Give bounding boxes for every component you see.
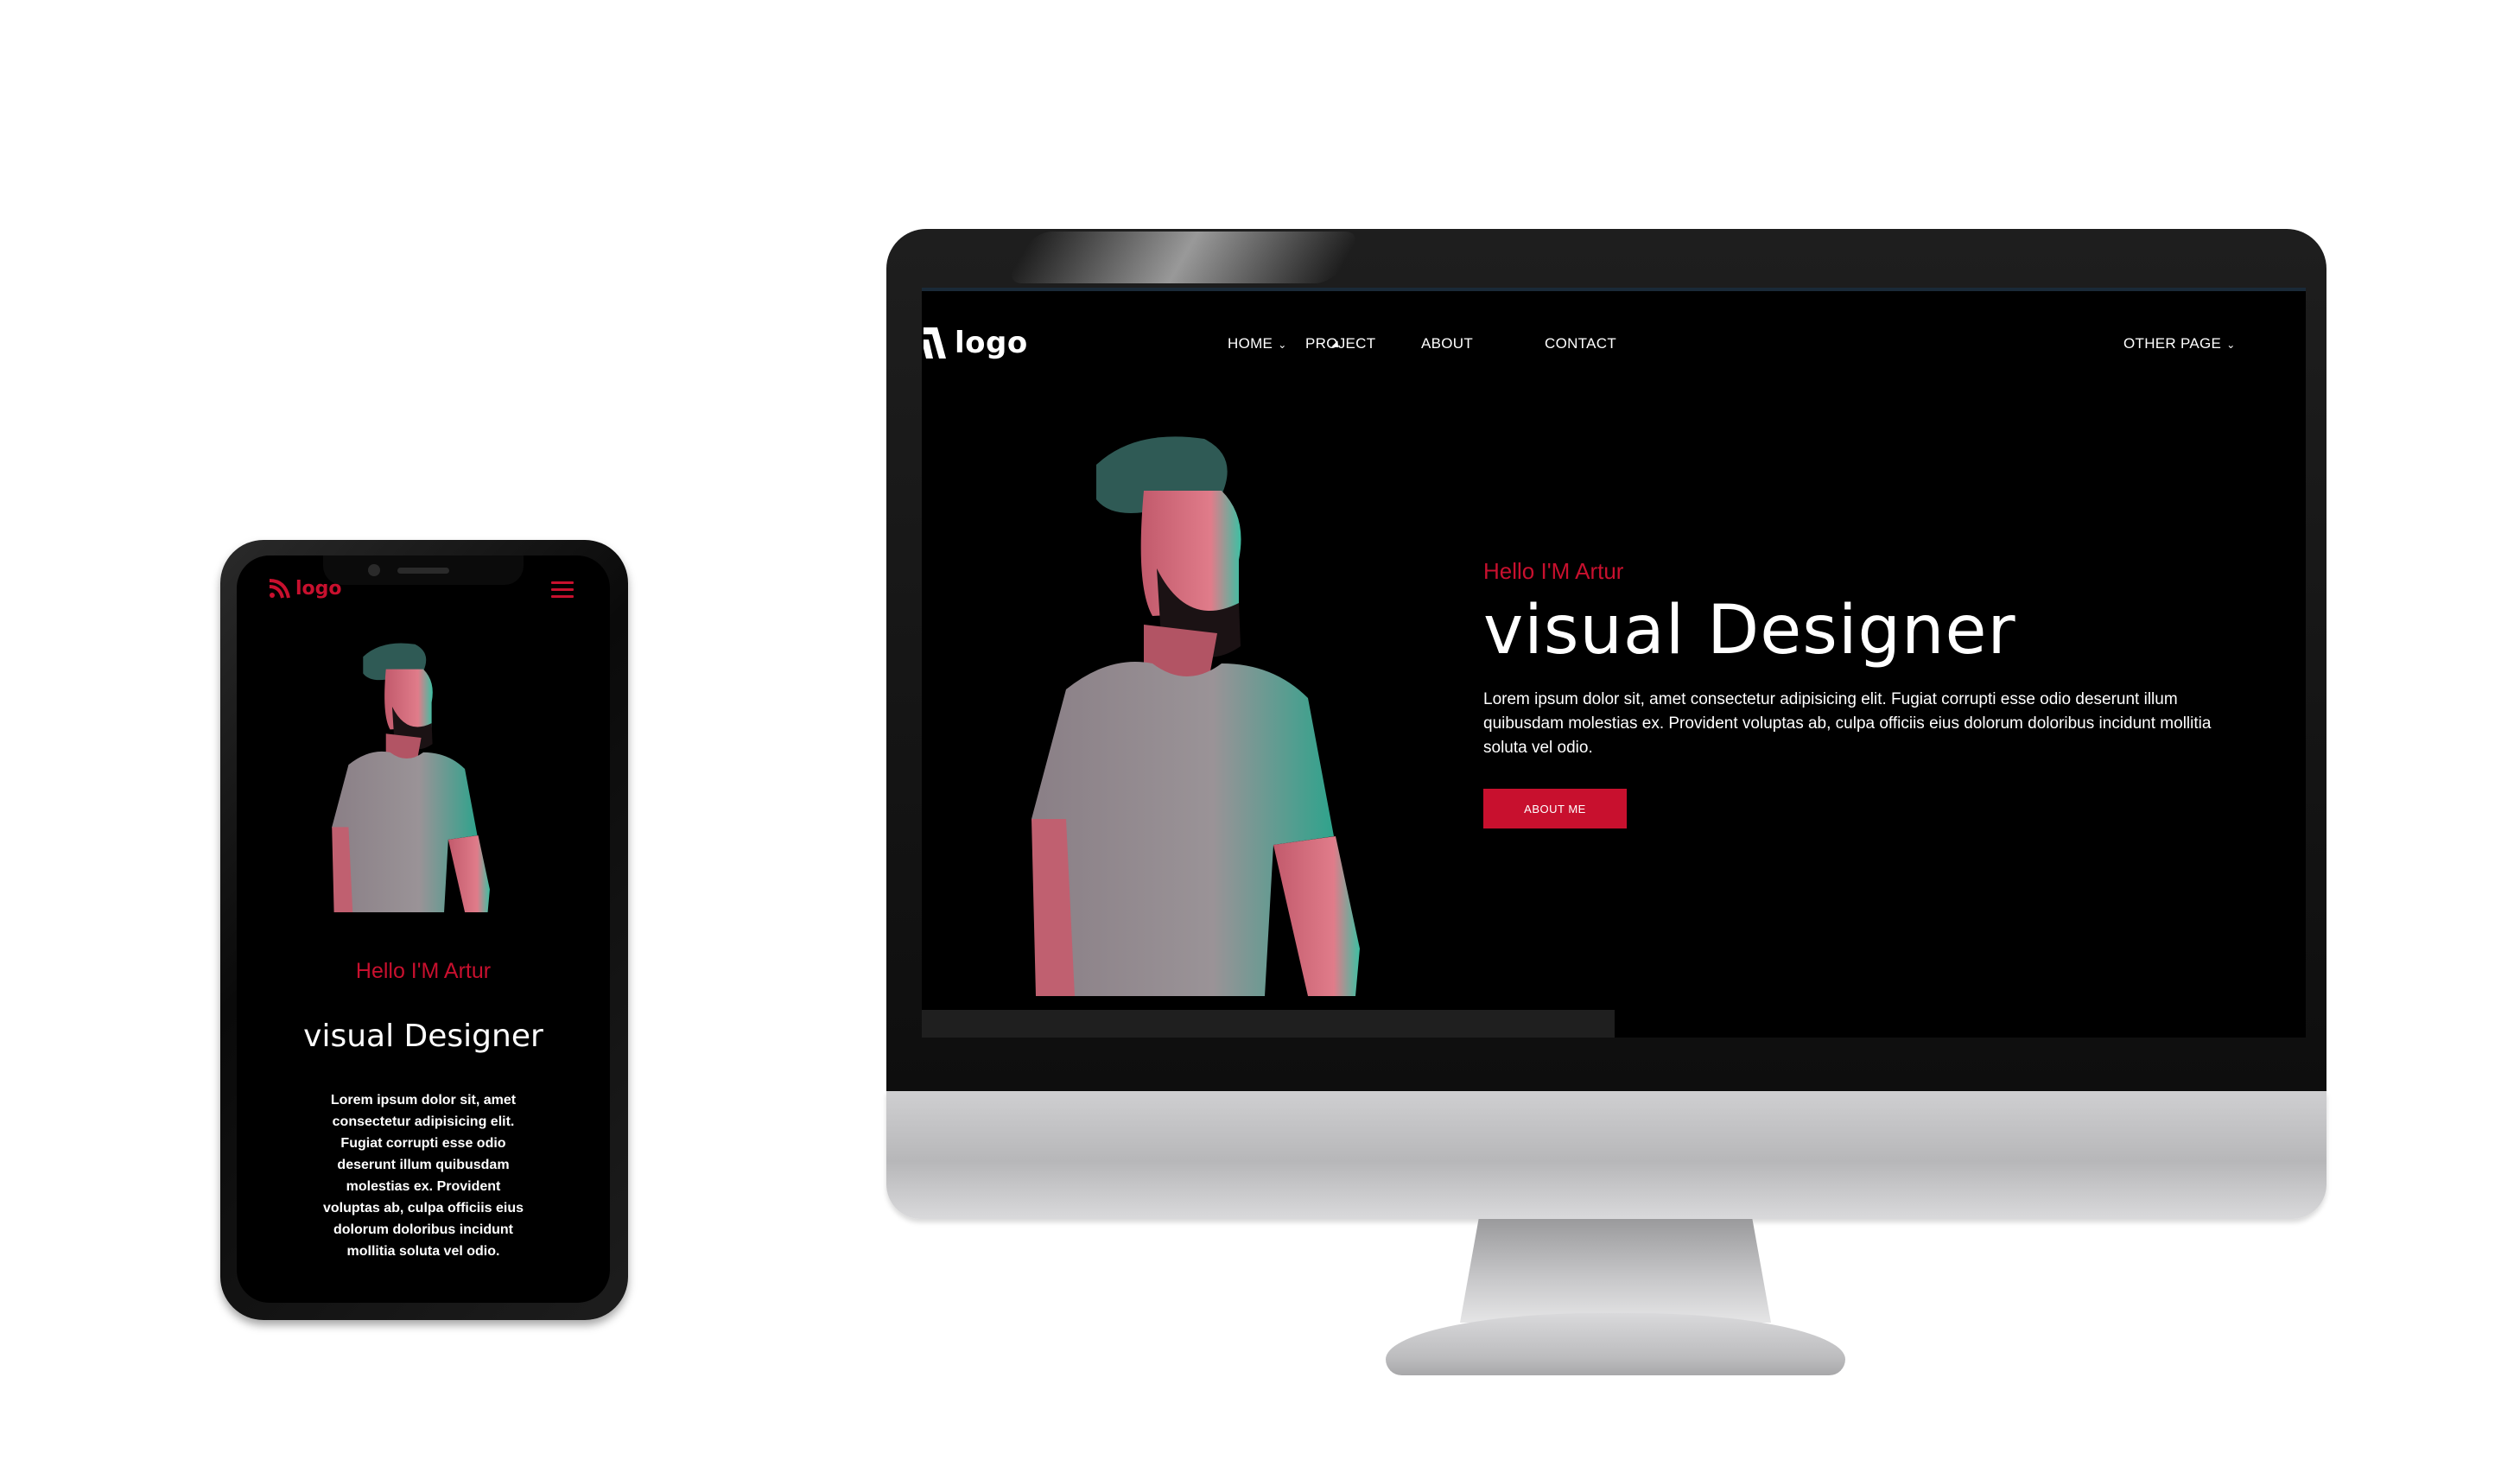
nav-about[interactable]: ABOUT: [1421, 335, 1473, 352]
nav-contact[interactable]: CONTACT: [1545, 335, 1616, 352]
nav-about-label: ABOUT: [1421, 335, 1474, 352]
desktop-screen: logo HOME ⌄ PROJECT ABOUT CONTACT OTHER P…: [922, 288, 2306, 1038]
monitor-stand-foot: [1386, 1313, 1845, 1375]
monitor-stand-neck: [1460, 1219, 1771, 1323]
nav-home[interactable]: HOME ⌄: [1228, 335, 1287, 352]
nav-contact-label: CONTACT: [1545, 335, 1616, 352]
mobile-hero-description: Lorem ipsum dolor sit, amet consectetur …: [322, 1093, 524, 1259]
monitor-glare: [1004, 232, 1363, 283]
nav-home-label: HOME: [1228, 335, 1273, 352]
about-me-button[interactable]: ABOUT ME: [1483, 789, 1627, 828]
logo-icon: [269, 579, 290, 599]
mobile-hero-title: visual Designer: [303, 1019, 543, 1054]
hero-portrait-image: [1031, 436, 1360, 996]
camera-icon: [368, 564, 380, 576]
mobile-logo[interactable]: logo: [268, 577, 342, 600]
nav-other-page[interactable]: OTHER PAGE ⌄: [2123, 335, 2236, 352]
screen-bottom-strip: [922, 1010, 1615, 1038]
main-nav: HOME ⌄ PROJECT ABOUT CONTACT OTHER PAGE ⌄: [922, 335, 2306, 361]
speaker-grille: [397, 568, 449, 574]
nav-other-page-label: OTHER PAGE: [2123, 335, 2222, 352]
hero-title: visual Designer: [1483, 592, 2016, 670]
logo-text: logo: [295, 577, 342, 600]
monitor-chin: [886, 1091, 2326, 1219]
chevron-down-icon: ⌄: [1278, 339, 1287, 351]
screen-top-line: [922, 288, 2306, 291]
hamburger-menu-icon[interactable]: [551, 581, 574, 599]
phone-screen: logo Hello I'M Artur visual Designer Lor…: [237, 555, 610, 1303]
hero-greeting: Hello I'M Artur: [1483, 558, 1624, 584]
phone-notch: [323, 555, 524, 585]
mobile-hero-portrait-image: [332, 643, 490, 912]
chevron-down-icon: ⌄: [2226, 339, 2236, 351]
mobile-hero-greeting: Hello I'M Artur: [355, 959, 492, 983]
hero-description: Lorem ipsum dolor sit, amet consectetur …: [1483, 690, 2212, 757]
